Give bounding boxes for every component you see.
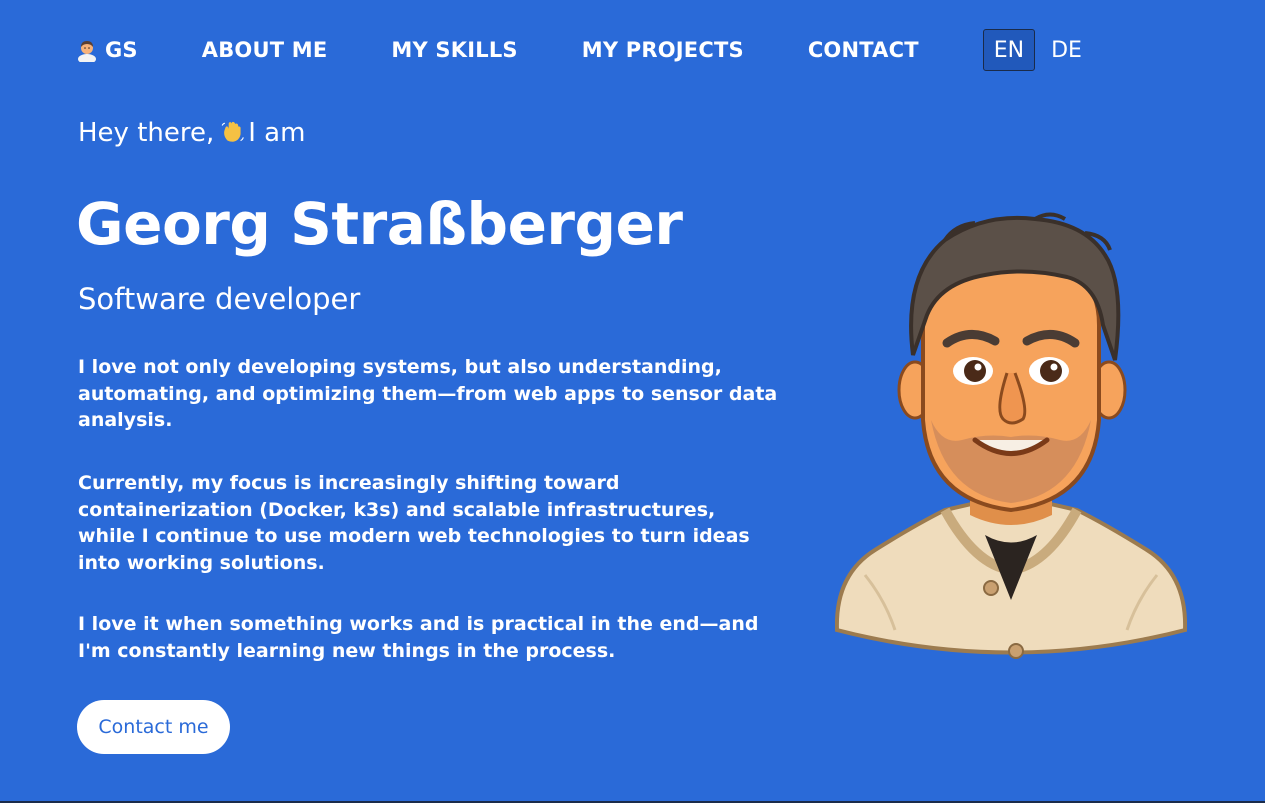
hero-greeting: Hey there, I am	[78, 118, 305, 148]
intro-paragraph-3: I love it when something works and is pr…	[78, 613, 759, 662]
intro-paragraph-2: Currently, my focus is increasingly shif…	[78, 472, 750, 574]
greeting-text-before: Hey there,	[78, 118, 215, 148]
nav-item-about-me[interactable]: ABOUT ME	[202, 38, 328, 62]
language-de-button[interactable]: DE	[1041, 29, 1092, 71]
contact-me-button[interactable]: Contact me	[77, 700, 230, 754]
nav-item-my-skills[interactable]: MY SKILLS	[391, 38, 517, 62]
hero-name: Georg Straßberger	[76, 190, 683, 258]
main-nav: GS ABOUT ME MY SKILLS MY PROJECTS CONTAC…	[75, 28, 1092, 72]
man-technologist-icon	[78, 41, 96, 62]
hero-role: Software developer	[78, 282, 361, 316]
logo-link[interactable]: GS	[75, 38, 138, 62]
waving-hand-icon	[221, 121, 245, 142]
nav-item-my-projects[interactable]: MY PROJECTS	[582, 38, 744, 62]
language-en-button[interactable]: EN	[982, 29, 1036, 71]
developer-avatar-illustration	[835, 212, 1187, 659]
logo-text: GS	[105, 38, 138, 62]
intro-paragraph-1: I love not only developing systems, but …	[78, 356, 778, 431]
nav-item-contact[interactable]: CONTACT	[808, 38, 919, 62]
greeting-text-after: I am	[248, 118, 306, 148]
